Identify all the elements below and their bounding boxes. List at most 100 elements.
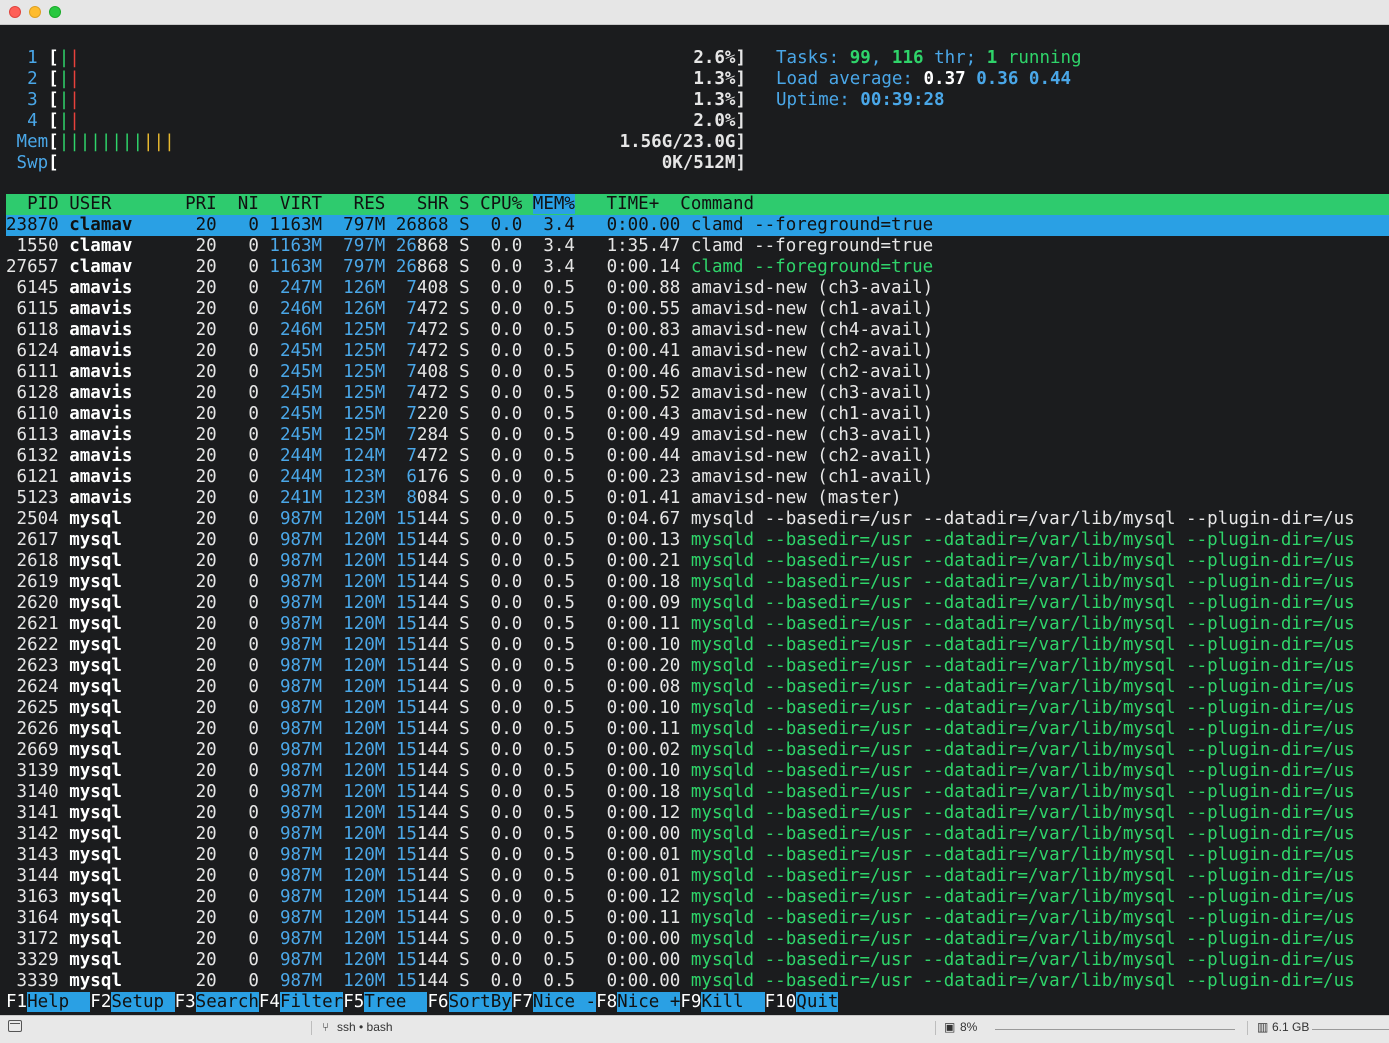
user-cell: mysql [69,530,175,550]
mem-cell: 0.5 [532,908,586,928]
process-row[interactable]: 2623 mysql 20 0 987M 120M 15144 S 0.0 0.… [6,656,1389,677]
header-columns-right[interactable]: TIME+ Command [575,194,755,214]
process-row[interactable]: 3139 mysql 20 0 987M 120M 15144 S 0.0 0.… [6,761,1389,782]
fkey-f3[interactable]: F3Search [174,992,259,1012]
pid-cell: 6111 [6,362,70,382]
mem-cell: 0.5 [532,467,586,487]
shr-cell: 7220 [395,404,449,424]
cpu-bar-user: | [58,111,70,131]
process-table-header[interactable]: PID USER PRI NI VIRT RES SHR S CPU% MEM%… [6,194,1389,215]
process-row[interactable]: 2617 mysql 20 0 987M 120M 15144 S 0.0 0.… [6,530,1389,551]
process-row[interactable]: 2618 mysql 20 0 987M 120M 15144 S 0.0 0.… [6,551,1389,572]
command-cell: mysqld --basedir=/usr --datadir=/var/lib… [690,572,1355,592]
process-row[interactable]: 2619 mysql 20 0 987M 120M 15144 S 0.0 0.… [6,572,1389,593]
process-row[interactable]: 2669 mysql 20 0 987M 120M 15144 S 0.0 0.… [6,740,1389,761]
cpu-cell: 0.0 [480,215,533,235]
fkey-f4[interactable]: F4Filter [258,992,344,1012]
res-cell: 120M [332,530,396,550]
process-row[interactable]: 6113 amavis 20 0 245M 125M 7284 S 0.0 0.… [6,425,1389,446]
process-row[interactable]: 6118 amavis 20 0 246M 125M 7472 S 0.0 0.… [6,320,1389,341]
fkey-f1[interactable]: F1Help [6,992,91,1012]
process-row[interactable]: 6128 amavis 20 0 245M 125M 7472 S 0.0 0.… [6,383,1389,404]
process-row[interactable]: 27657 clamav 20 0 1163M 797M 26868 S 0.0… [6,257,1389,278]
process-row[interactable]: 1550 clamav 20 0 1163M 797M 26868 S 0.0 … [6,236,1389,257]
virt-cell: 987M [269,782,333,802]
state-cell: S [448,761,481,781]
terminal-area[interactable]: 1 [|| 2.6%] 2 [|| 1.3%] 3 [|| 1.3%] 4 [|| 2.… [0,25,1389,1015]
process-row[interactable]: 3329 mysql 20 0 987M 120M 15144 S 0.0 0.… [6,950,1389,971]
pid-cell: 3140 [6,782,70,802]
state-cell: S [448,782,481,802]
fkey-f7[interactable]: F7Nice - [511,992,597,1012]
process-row[interactable]: 3163 mysql 20 0 987M 120M 15144 S 0.0 0.… [6,887,1389,908]
virt-cell: 987M [269,656,333,676]
pid-cell: 2669 [6,740,70,760]
fkey-f6[interactable]: F6SortBy [427,992,512,1012]
process-row[interactable]: 2624 mysql 20 0 987M 120M 15144 S 0.0 0.… [6,677,1389,698]
res-cell: 120M [332,971,396,991]
command-cell: mysqld --basedir=/usr --datadir=/var/lib… [690,614,1355,634]
zoom-window-button[interactable] [49,6,61,18]
fkey-f8[interactable]: F8Nice + [596,992,681,1012]
virt-cell: 987M [269,803,333,823]
pri-cell: 20 0 [174,467,270,487]
time-cell: 1:35.47 [585,236,691,256]
process-row[interactable]: 3164 mysql 20 0 987M 120M 15144 S 0.0 0.… [6,908,1389,929]
process-row[interactable]: 2625 mysql 20 0 987M 120M 15144 S 0.0 0.… [6,698,1389,719]
fkey-f5[interactable]: F5Tree [343,992,428,1012]
shr-cell: 26868 [395,257,449,277]
fkey-f10[interactable]: F10Quit [764,992,839,1012]
process-row[interactable]: 3141 mysql 20 0 987M 120M 15144 S 0.0 0.… [6,803,1389,824]
pri-cell: 20 0 [174,509,270,529]
header-mem-sorted[interactable]: MEM% [532,194,575,214]
process-row[interactable]: 3140 mysql 20 0 987M 120M 15144 S 0.0 0.… [6,782,1389,803]
process-row[interactable]: 6132 amavis 20 0 244M 124M 7472 S 0.0 0.… [6,446,1389,467]
fkey-label: Kill [701,992,765,1012]
state-cell: S [448,383,481,403]
process-row[interactable]: 3143 mysql 20 0 987M 120M 15144 S 0.0 0.… [6,845,1389,866]
mem-value: 1.56G/23.0G] [619,132,746,152]
shr-cell: 15144 [395,803,449,823]
header-columns[interactable]: PID USER PRI NI VIRT RES SHR S CPU% [6,194,533,214]
process-row[interactable]: 2621 mysql 20 0 987M 120M 15144 S 0.0 0.… [6,614,1389,635]
state-cell: S [448,278,481,298]
shr-cell: 15144 [395,740,449,760]
cpu-meter-1: 1 [|| 2.6%] [6,48,746,69]
shr-cell: 7408 [395,278,449,298]
shr-cell: 15144 [395,971,449,991]
process-row[interactable]: 5123 amavis 20 0 241M 123M 8084 S 0.0 0.… [6,488,1389,509]
process-row[interactable]: 3142 mysql 20 0 987M 120M 15144 S 0.0 0.… [6,824,1389,845]
process-row[interactable]: 6111 amavis 20 0 245M 125M 7408 S 0.0 0.… [6,362,1389,383]
process-row[interactable]: 6121 amavis 20 0 244M 123M 6176 S 0.0 0.… [6,467,1389,488]
fkey-f9[interactable]: F9Kill [680,992,765,1012]
process-row[interactable]: 6115 amavis 20 0 246M 126M 7472 S 0.0 0.… [6,299,1389,320]
close-window-button[interactable] [9,6,21,18]
mem-cell: 0.5 [532,971,586,991]
command-cell: amavisd-new (ch4-avail) [690,320,934,340]
process-row[interactable]: 3339 mysql 20 0 987M 120M 15144 S 0.0 0.… [6,971,1389,992]
process-row[interactable]: 3172 mysql 20 0 987M 120M 15144 S 0.0 0.… [6,929,1389,950]
state-cell: S [448,551,481,571]
process-row[interactable]: 6124 amavis 20 0 245M 125M 7472 S 0.0 0.… [6,341,1389,362]
process-row[interactable]: 3144 mysql 20 0 987M 120M 15144 S 0.0 0.… [6,866,1389,887]
command-cell: mysqld --basedir=/usr --datadir=/var/lib… [690,551,1355,571]
pid-cell: 2624 [6,677,70,697]
shr-cell: 15144 [395,635,449,655]
mem-cell: 0.5 [532,656,586,676]
state-cell: S [448,530,481,550]
process-row[interactable]: 23870 clamav 20 0 1163M 797M 26868 S 0.0… [6,215,1389,236]
minimize-window-button[interactable] [29,6,41,18]
res-cell: 120M [332,719,396,739]
fkey-f2[interactable]: F2Setup [90,992,175,1012]
process-row[interactable]: 2620 mysql 20 0 987M 120M 15144 S 0.0 0.… [6,593,1389,614]
pid-cell: 3142 [6,824,70,844]
process-row[interactable]: 2622 mysql 20 0 987M 120M 15144 S 0.0 0.… [6,635,1389,656]
tasks-summary: Tasks: 99, 116 thr; 1 running [776,48,1082,68]
command-cell: amavisd-new (ch2-avail) [690,362,934,382]
process-row[interactable]: 2626 mysql 20 0 987M 120M 15144 S 0.0 0.… [6,719,1389,740]
time-cell: 0:00.12 [585,803,691,823]
process-row[interactable]: 2504 mysql 20 0 987M 120M 15144 S 0.0 0.… [6,509,1389,530]
time-cell: 0:00.12 [585,887,691,907]
process-row[interactable]: 6110 amavis 20 0 245M 125M 7220 S 0.0 0.… [6,404,1389,425]
process-row[interactable]: 6145 amavis 20 0 247M 126M 7408 S 0.0 0.… [6,278,1389,299]
